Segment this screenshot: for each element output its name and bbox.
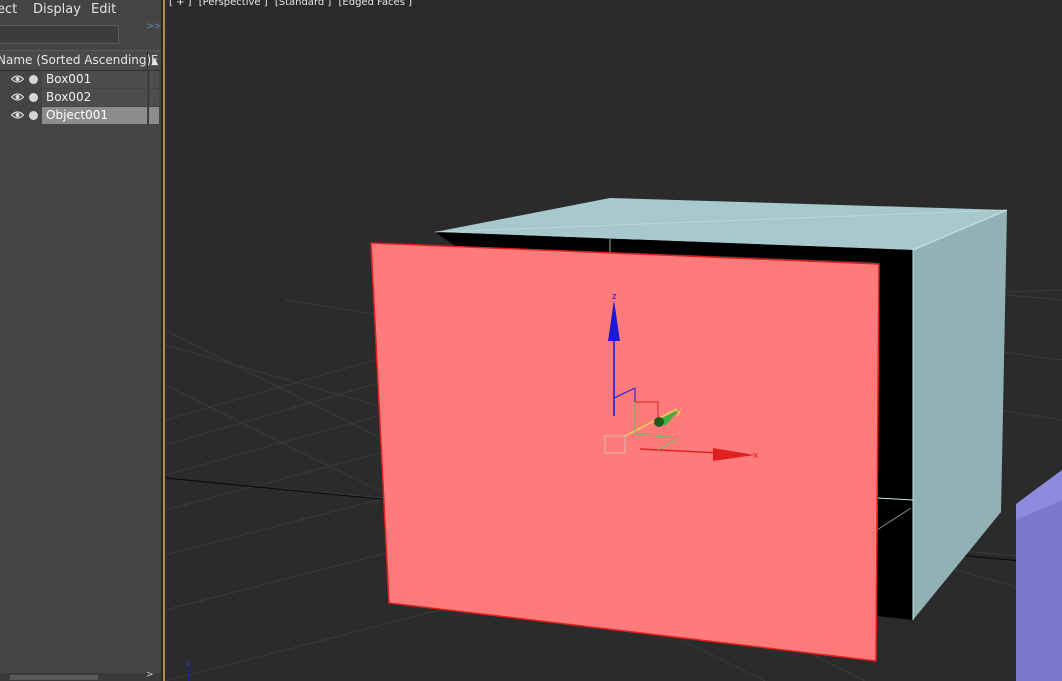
viewport-display-mode-menu[interactable]: [Edged Faces ] — [339, 0, 413, 8]
viewport-label-menu: [ + ] [Perspective ] [Standard ] [Edged … — [169, 0, 416, 8]
visibility-eye-icon[interactable] — [11, 92, 24, 102]
column-header: Name (Sorted Ascending)▲ F — [0, 50, 161, 71]
scroll-right-arrow-icon[interactable]: > — [146, 670, 154, 680]
list-item[interactable]: Box002 — [0, 89, 159, 106]
search-input[interactable] — [0, 25, 119, 44]
list-item[interactable]: Object001 — [0, 107, 159, 124]
menu-display[interactable]: Display — [33, 2, 81, 17]
gizmo-z-label: z — [612, 292, 617, 302]
scene-explorer: ect Display Edit >> Name (Sorted Ascendi… — [0, 0, 161, 681]
column-header-frozen[interactable]: F — [151, 51, 158, 69]
viewport-view-menu[interactable]: [Perspective ] — [199, 0, 268, 8]
axis-tripod-z-label: z — [186, 659, 190, 668]
column-header-name[interactable]: Name (Sorted Ascending)▲ — [0, 51, 158, 71]
gizmo-y-handle[interactable] — [654, 417, 664, 427]
perspective-viewport[interactable]: z x y z [ + ] [Perspective ] [Standard ]… — [165, 0, 1062, 681]
object-name[interactable]: Object001 — [42, 107, 147, 124]
column-name-label: Name (Sorted Ascending) — [0, 53, 152, 67]
scrollbar-thumb[interactable] — [10, 675, 98, 680]
visibility-eye-icon[interactable] — [11, 110, 24, 120]
menu-select[interactable]: ect — [0, 2, 17, 17]
menu-edit[interactable]: Edit — [91, 2, 116, 17]
viewport-shading-menu[interactable]: [Standard ] — [275, 0, 331, 8]
list-item[interactable]: Box001 — [0, 71, 159, 88]
viewport-canvas[interactable]: z x y z — [165, 0, 1062, 681]
object-freeze-cell[interactable] — [148, 107, 159, 124]
render-toggle-icon[interactable] — [29, 111, 38, 120]
render-toggle-icon[interactable] — [29, 93, 38, 102]
gizmo-y-label: y — [676, 407, 682, 417]
visibility-eye-icon[interactable] — [11, 74, 24, 84]
menu-bar: ect Display Edit — [0, 0, 161, 20]
render-toggle-icon[interactable] — [29, 75, 38, 84]
viewport-plus-menu[interactable]: [ + ] — [169, 0, 192, 8]
object-freeze-cell[interactable] — [148, 71, 159, 88]
object-freeze-cell[interactable] — [148, 89, 159, 106]
box002-object[interactable] — [1016, 470, 1062, 681]
gizmo-x-label: x — [753, 451, 759, 461]
column-separator[interactable] — [147, 51, 148, 70]
object-name[interactable]: Box002 — [42, 89, 147, 106]
object-name[interactable]: Box001 — [42, 71, 147, 88]
expand-panel-icon[interactable]: >> — [146, 21, 161, 32]
horizontal-scrollbar[interactable]: > — [0, 670, 161, 681]
